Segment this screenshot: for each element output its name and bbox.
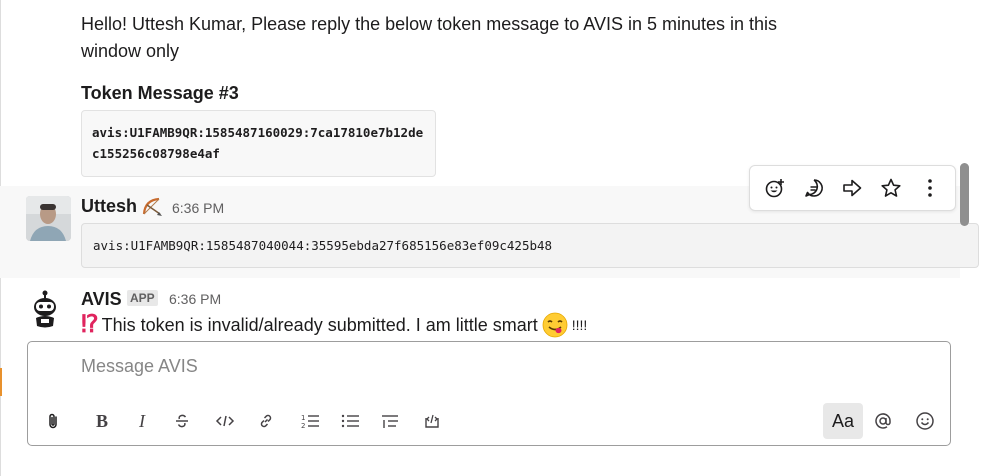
blockquote-icon[interactable] — [374, 405, 406, 437]
reply-in-thread-icon[interactable] — [798, 172, 830, 204]
avis-robot-avatar[interactable] — [30, 290, 60, 330]
avatar[interactable] — [26, 196, 71, 241]
app-badge: APP — [127, 290, 158, 306]
timestamp[interactable]: 6:36 PM — [172, 199, 224, 217]
message-text: This token is invalid/already submitted.… — [101, 315, 538, 335]
svg-text:2: 2 — [301, 422, 305, 430]
unread-marker — [0, 368, 2, 396]
message-actions-toolbar — [749, 165, 956, 211]
bot-message-text: ⁉ This token is invalid/already submitte… — [81, 312, 587, 338]
exclamation-question-emoji: ⁉ — [81, 311, 99, 338]
italic-icon[interactable]: I — [126, 405, 158, 437]
sender-name[interactable]: AVIS — [81, 288, 122, 310]
save-star-icon[interactable] — [875, 172, 907, 204]
message-input[interactable] — [81, 356, 881, 377]
bow-and-arrow-icon — [141, 195, 163, 217]
mention-icon[interactable] — [867, 405, 899, 437]
token-code-block: avis:U1FAMB9QR:1585487160029:7ca17810e7b… — [81, 110, 436, 177]
attach-icon[interactable] — [37, 405, 69, 437]
more-actions-icon[interactable] — [914, 172, 946, 204]
bold-icon[interactable]: B — [86, 405, 118, 437]
code-icon[interactable] — [209, 405, 241, 437]
bulleted-list-icon[interactable] — [334, 405, 366, 437]
scrollbar[interactable] — [960, 163, 969, 226]
svg-text:1: 1 — [301, 414, 305, 422]
timestamp[interactable]: 6:36 PM — [169, 290, 221, 308]
savoring-face-emoji — [542, 312, 568, 338]
message-composer[interactable]: B I 12 Aa — [27, 341, 951, 446]
emoji-icon[interactable] — [909, 405, 941, 437]
link-icon[interactable] — [250, 405, 282, 437]
add-reaction-icon[interactable] — [759, 172, 791, 204]
code-block-icon[interactable] — [416, 405, 448, 437]
message-suffix: !!!! — [571, 317, 588, 333]
formatting-toggle[interactable]: Aa — [823, 403, 863, 439]
ordered-list-icon[interactable]: 12 — [294, 405, 326, 437]
code-block: avis:U1FAMB9QR:1585487040044:35595ebda27… — [81, 223, 979, 268]
strikethrough-icon[interactable] — [166, 405, 198, 437]
sender-name[interactable]: Uttesh — [81, 195, 137, 217]
message-text: Hello! Uttesh Kumar, Please reply the be… — [81, 14, 778, 61]
formatting-toolbar: B I 12 Aa — [28, 402, 950, 442]
token-heading: Token Message #3 — [81, 83, 239, 103]
share-message-icon[interactable] — [836, 172, 868, 204]
